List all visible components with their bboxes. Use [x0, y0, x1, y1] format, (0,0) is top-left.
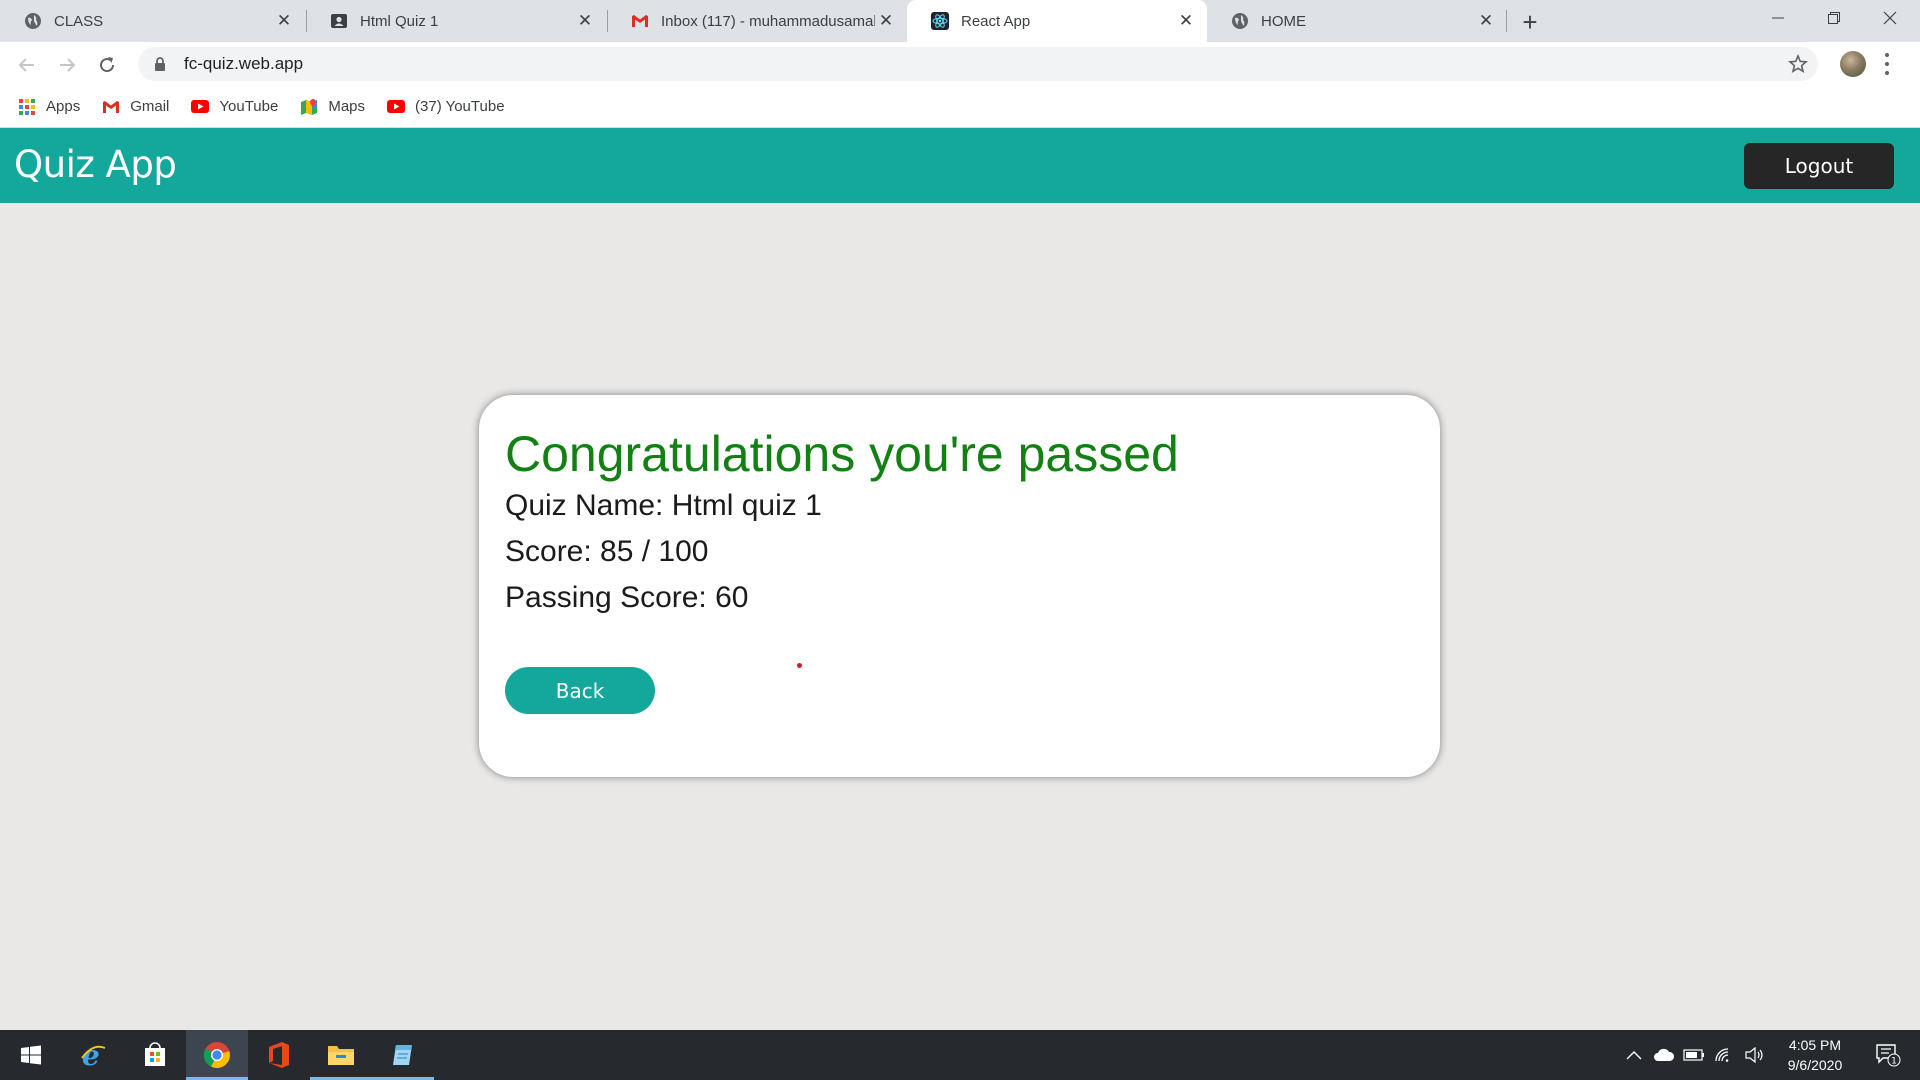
react-icon	[931, 12, 949, 30]
result-heading: Congratulations you're passed	[505, 426, 1179, 482]
clock-date: 9/6/2020	[1787, 1057, 1843, 1073]
tab-title: CLASS	[54, 12, 104, 30]
contact-card-icon	[330, 12, 348, 30]
tab-title: Html Quiz 1	[360, 12, 439, 30]
bookmark-maps[interactable]: Maps	[300, 98, 365, 116]
tab-class[interactable]: CLASS ✕	[0, 0, 305, 42]
bookmark-label: Maps	[328, 98, 366, 115]
tab-title: Inbox (117) - muhammadusamah	[661, 12, 875, 30]
passing-score: Passing Score: 60	[505, 581, 749, 614]
file-explorer-icon[interactable]	[310, 1030, 372, 1080]
store-icon[interactable]	[124, 1030, 186, 1080]
volume-icon[interactable]	[1740, 1030, 1768, 1080]
bookmark-label: (37) YouTube	[415, 98, 505, 115]
quiz-name: Quiz Name: Html quiz 1	[505, 489, 822, 522]
address-bar[interactable]: fc-quiz.web.app	[138, 47, 1818, 81]
notepad-icon[interactable]	[372, 1030, 434, 1080]
close-icon[interactable]: ✕	[574, 10, 596, 32]
bookmark-apps[interactable]: Apps	[18, 98, 80, 116]
close-icon[interactable]: ✕	[875, 10, 897, 32]
notification-count: 1	[1891, 1057, 1897, 1067]
result-card: Congratulations you're passed Quiz Name:…	[479, 395, 1440, 777]
globe-icon	[24, 12, 42, 30]
gmail-icon	[102, 98, 120, 116]
close-icon[interactable]: ✕	[1475, 10, 1497, 32]
new-tab-button[interactable]: +	[1516, 7, 1544, 37]
clock-time: 4:05 PM	[1788, 1037, 1842, 1053]
youtube-icon	[191, 98, 210, 116]
browser-toolbar: fc-quiz.web.app	[0, 42, 1920, 86]
logout-button[interactable]: Logout	[1744, 143, 1894, 189]
notification-center-icon[interactable]: 1	[1866, 1030, 1910, 1080]
tab-html-quiz[interactable]: Html Quiz 1 ✕	[306, 0, 606, 42]
close-icon[interactable]: ✕	[1175, 10, 1197, 32]
forward-arrow-icon[interactable]	[52, 50, 82, 80]
minimize-button[interactable]	[1750, 0, 1806, 36]
tab-title: HOME	[1261, 12, 1306, 30]
apps-grid-icon	[18, 98, 36, 116]
back-button[interactable]: Back	[505, 667, 655, 714]
maps-icon	[300, 98, 318, 116]
gmail-icon	[631, 12, 649, 30]
bookmarks-bar: Apps Gmail YouTube Maps (37) YouTube	[0, 86, 1920, 128]
reload-icon[interactable]	[92, 50, 122, 80]
chrome-icon[interactable]	[186, 1030, 248, 1080]
office-icon[interactable]	[248, 1030, 310, 1080]
tab-react-app[interactable]: React App ✕	[907, 0, 1207, 42]
wifi-icon[interactable]	[1710, 1030, 1738, 1080]
score: Score: 85 / 100	[505, 535, 709, 568]
tab-gmail-inbox[interactable]: Inbox (117) - muhammadusamah ✕	[607, 0, 907, 42]
bookmark-youtube-37[interactable]: (37) YouTube	[387, 98, 505, 116]
more-menu-icon[interactable]	[1884, 53, 1890, 75]
bookmark-label: Gmail	[130, 98, 170, 115]
close-icon[interactable]: ✕	[273, 10, 295, 32]
profile-avatar[interactable]	[1840, 51, 1866, 77]
back-arrow-icon[interactable]	[12, 50, 42, 80]
chevron-up-icon[interactable]	[1620, 1030, 1648, 1080]
battery-icon[interactable]	[1680, 1030, 1708, 1080]
url-text: fc-quiz.web.app	[184, 54, 304, 73]
internet-explorer-icon[interactable]: e	[62, 1030, 124, 1080]
lock-icon	[154, 56, 168, 72]
start-icon[interactable]	[0, 1030, 62, 1080]
globe-icon	[1231, 12, 1249, 30]
youtube-icon	[387, 98, 406, 116]
tab-title: React App	[961, 12, 1031, 30]
bookmark-star-icon[interactable]	[1788, 53, 1810, 76]
bookmark-label: Apps	[46, 98, 81, 115]
bookmark-gmail[interactable]: Gmail	[102, 98, 169, 116]
tab-strip: CLASS ✕ Html Quiz 1 ✕ Inbox (117) - muha…	[0, 0, 1920, 42]
onedrive-cloud-icon[interactable]	[1650, 1030, 1678, 1080]
bookmark-youtube[interactable]: YouTube	[191, 98, 278, 116]
app-title: Quiz App	[14, 143, 177, 186]
close-window-button[interactable]	[1862, 0, 1918, 36]
system-clock[interactable]: 4:05 PM 9/6/2020	[1770, 1035, 1860, 1075]
restore-button[interactable]	[1806, 0, 1862, 36]
cursor-dot	[797, 663, 802, 668]
app-header: Quiz App Logout	[0, 128, 1920, 203]
bookmark-label: YouTube	[219, 98, 279, 115]
taskbar: e 4:05 PM 9/6/2020 1	[0, 1030, 1920, 1080]
tab-home[interactable]: HOME ✕	[1207, 0, 1507, 42]
